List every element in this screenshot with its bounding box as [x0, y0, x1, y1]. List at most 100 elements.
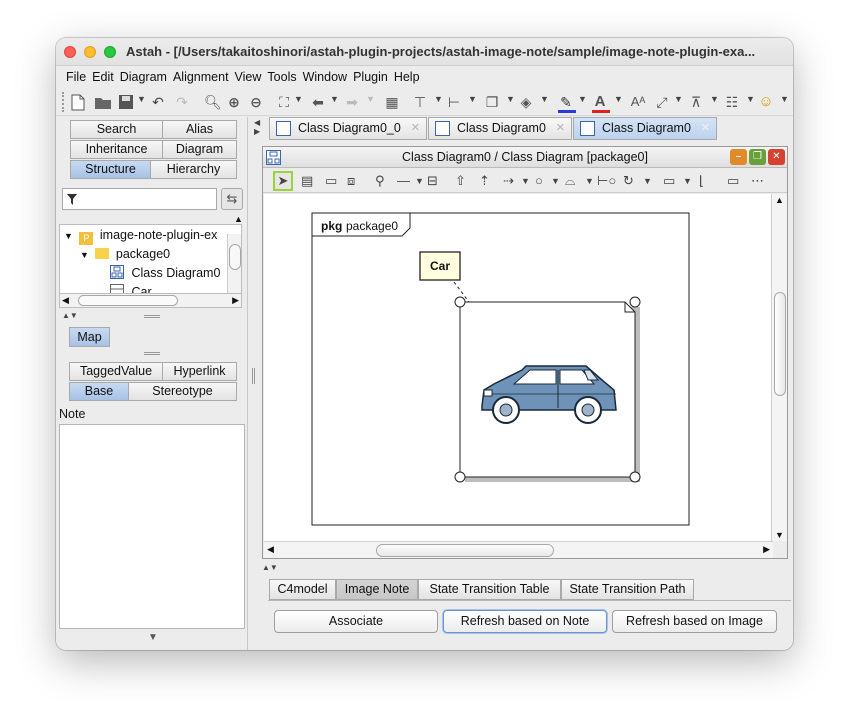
menu-edit[interactable]: Edit [92, 70, 114, 84]
aggregation-tool-icon[interactable]: ⊟ [427, 173, 438, 189]
doc-tabs-arrows[interactable]: ◀ ▶ [254, 118, 260, 136]
menu-view[interactable]: View [235, 70, 262, 84]
vertical-splitter[interactable] [252, 368, 255, 384]
minimize-frame-button[interactable]: – [730, 149, 747, 165]
instance-tool-icon[interactable]: ○ [535, 173, 543, 189]
diagram-canvas[interactable]: pkg package0 Car [264, 194, 771, 541]
forward-dropdown-arrow[interactable]: ▼ [366, 94, 375, 104]
tab-class-diagram0-0[interactable]: Class Diagram0_0 ✕ [269, 117, 427, 140]
new-file-icon[interactable] [70, 94, 86, 111]
menu-diagram[interactable]: Diagram [120, 70, 167, 84]
refresh-based-on-image-button[interactable]: Refresh based on Image [612, 610, 777, 633]
tab-alias[interactable]: Alias [162, 120, 237, 139]
list-layout-icon[interactable]: ☷ [724, 94, 740, 110]
fit-icon[interactable]: ⛶ [276, 94, 292, 110]
menu-plugin[interactable]: Plugin [353, 70, 388, 84]
scroll-right-arrow[interactable]: ▶ [232, 295, 239, 306]
tree-vertical-scrollbar[interactable] [227, 234, 241, 294]
close-tab-icon[interactable]: ✕ [556, 118, 565, 139]
note-textarea[interactable] [59, 424, 245, 629]
zoom-icon[interactable]: 🔍︎ [204, 94, 222, 110]
resize-handle-bottom-left[interactable] [454, 471, 466, 483]
fit-dropdown-arrow[interactable]: ▼ [294, 94, 303, 104]
layer-icon[interactable]: ❐ [484, 94, 500, 110]
tab-map[interactable]: Map [69, 327, 110, 347]
tree-row-root[interactable]: ▼ P image-note-plugin-ex [64, 228, 217, 245]
tab-inheritance[interactable]: Inheritance [70, 140, 163, 159]
resize-handle-top-left[interactable] [454, 296, 466, 308]
line-color-icon[interactable]: ✎ [558, 94, 574, 110]
expand-icon[interactable]: ▼ [80, 250, 89, 260]
constraint-tool-icon[interactable]: ⌊ [699, 173, 704, 189]
canvas-vscroll-thumb[interactable] [774, 292, 786, 396]
filter-toggle-button[interactable]: ⇆ [221, 188, 243, 210]
tab-state-transition-table[interactable]: State Transition Table [418, 579, 561, 600]
grid-icon[interactable]: ▦ [384, 94, 400, 110]
scroll-left-arrow[interactable]: ◀ [267, 544, 274, 555]
undo-icon[interactable]: ↶ [150, 94, 166, 110]
splitter-handle-2[interactable] [144, 352, 160, 355]
note-tool-icon[interactable]: ▭ [727, 173, 739, 189]
smiley-icon[interactable]: ☺ [758, 94, 774, 110]
font-color-dropdown-arrow[interactable]: ▼ [614, 94, 623, 104]
class-tool-icon[interactable]: ▤ [301, 173, 313, 189]
tab-diagram[interactable]: Diagram [162, 140, 237, 159]
tree-layout-dropdown-arrow[interactable]: ▼ [710, 94, 719, 104]
scroll-down-arrow[interactable]: ▼ [775, 530, 784, 540]
ball-dropdown-arrow[interactable]: ▼ [585, 173, 594, 189]
close-tab-icon[interactable]: ✕ [701, 118, 710, 139]
tree-scroll-up-arrow[interactable]: ▲ [234, 214, 243, 224]
align-top-icon[interactable]: ⊤ [412, 94, 428, 110]
generalization-tool-icon[interactable]: ⇧ [455, 173, 466, 189]
tab-taggedvalue[interactable]: TaggedValue [69, 362, 163, 381]
line-style-dropdown-arrow[interactable]: ▼ [674, 94, 683, 104]
tab-base[interactable]: Base [69, 382, 129, 401]
maximize-window-button[interactable] [104, 46, 116, 58]
menu-tools[interactable]: Tools [267, 70, 296, 84]
fill-color-icon[interactable]: ◈ [518, 94, 534, 110]
scroll-left-arrow[interactable]: ◀ [62, 295, 69, 306]
tab-hierarchy[interactable]: Hierarchy [150, 160, 237, 179]
smiley-dropdown-arrow[interactable]: ▼ [780, 94, 789, 104]
menu-window[interactable]: Window [303, 70, 347, 84]
line-color-dropdown-arrow[interactable]: ▼ [578, 94, 587, 104]
port-tool-icon[interactable]: ⊢○ [597, 173, 616, 189]
association-dropdown-arrow[interactable]: ▼ [415, 173, 424, 189]
instance-dropdown-arrow[interactable]: ▼ [551, 173, 560, 189]
association-tool-icon[interactable]: — [397, 173, 410, 189]
canvas-horizontal-scrollbar[interactable]: ◀ ▶ [264, 541, 773, 558]
expand-icon[interactable]: ▼ [64, 231, 73, 241]
subsystem-tool-icon[interactable]: ⧈ [347, 173, 355, 189]
splitter-handle[interactable] [144, 315, 160, 318]
tab-c4model[interactable]: C4model [269, 579, 336, 600]
realization-tool-icon[interactable]: ⇡ [479, 173, 490, 189]
tree-row-diagram[interactable]: Class Diagram0 [110, 265, 220, 280]
tab-search[interactable]: Search [70, 120, 163, 139]
tab-image-note[interactable]: Image Note [336, 579, 418, 600]
refresh-based-on-note-button[interactable]: Refresh based on Note [443, 610, 607, 633]
dependency-tool-icon[interactable]: ⇢ [503, 173, 514, 189]
tab-structure[interactable]: Structure [70, 160, 151, 179]
minimize-window-button[interactable] [84, 46, 96, 58]
tab-stereotype[interactable]: Stereotype [128, 382, 237, 401]
tree-horizontal-scrollbar[interactable]: ◀ ▶ [59, 293, 242, 308]
align-top-dropdown-arrow[interactable]: ▼ [434, 94, 443, 104]
fill-color-dropdown-arrow[interactable]: ▼ [540, 94, 549, 104]
loop-tool-icon[interactable]: ↻ [623, 173, 634, 189]
close-frame-button[interactable]: ✕ [768, 149, 785, 165]
tab-state-transition-path[interactable]: State Transition Path [561, 579, 694, 600]
dependency-dropdown-arrow[interactable]: ▼ [521, 173, 530, 189]
tree-layout-icon[interactable]: ⊼ [688, 94, 704, 110]
tab-class-diagram0-b[interactable]: Class Diagram0 ✕ [573, 117, 717, 140]
align-left-icon[interactable]: ⊢ [446, 94, 462, 110]
package-tool-icon[interactable]: ▭ [325, 173, 337, 189]
close-window-button[interactable] [64, 46, 76, 58]
menu-alignment[interactable]: Alignment [173, 70, 229, 84]
bottom-splitter-arrows[interactable]: ▲▼ [262, 563, 278, 572]
redo-icon[interactable]: ↷ [174, 94, 190, 110]
scroll-up-arrow[interactable]: ▲ [775, 195, 784, 205]
note-anchor-tool-icon[interactable]: ▭ [663, 173, 675, 189]
more-tools-icon[interactable]: ⋯ [751, 173, 764, 189]
zoom-out-icon[interactable]: ⊖ [248, 94, 264, 110]
layer-dropdown-arrow[interactable]: ▼ [506, 94, 515, 104]
